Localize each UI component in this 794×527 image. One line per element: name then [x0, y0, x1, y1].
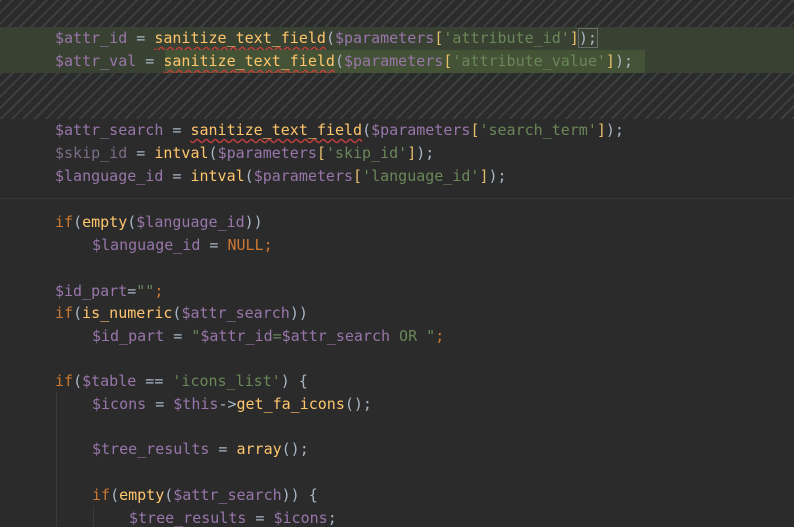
code-line-tree-assign[interactable]: $tree_results = $icons;	[0, 507, 794, 527]
code-line-if-table[interactable]: if($table == 'icons_list') {	[0, 370, 794, 393]
code-line-skip-id[interactable]: $skip_id = intval($parameters['skip_id']…	[0, 142, 794, 165]
folded-region-middle	[0, 73, 794, 119]
code-line-language-id[interactable]: $language_id = intval($parameters['langu…	[0, 165, 794, 188]
code-line-tree-results[interactable]: $tree_results = array();	[0, 438, 794, 461]
indent-guide	[56, 392, 57, 527]
code-line-id-part-assign[interactable]: $id_part = "$attr_id=$attr_search OR ";	[0, 325, 794, 348]
function-call: sanitize_text_field	[154, 29, 326, 47]
code-line-icons[interactable]: $icons = $this->get_fa_icons();	[0, 393, 794, 416]
indent-guide	[93, 506, 94, 527]
code-line-id-part[interactable]: $id_part="";	[0, 280, 794, 303]
code-line-if-is-numeric[interactable]: if(is_numeric($attr_search))	[0, 302, 794, 325]
code-line-attr-id[interactable]: $attr_id = sanitize_text_field($paramete…	[0, 27, 794, 50]
code-line-attr-search[interactable]: $attr_search = sanitize_text_field($para…	[0, 119, 794, 142]
code-editor[interactable]: $attr_id = sanitize_text_field($paramete…	[0, 0, 794, 527]
code-line-if-empty-language[interactable]: if(empty($language_id))	[0, 211, 794, 234]
variable: $attr_val	[55, 52, 137, 70]
code-line-if-empty-search[interactable]: if(empty($attr_search)) {	[0, 484, 794, 507]
code-line-language-null[interactable]: $language_id = NULL;	[0, 234, 794, 257]
method-separator	[0, 198, 794, 199]
function-call: sanitize_text_field	[163, 52, 335, 70]
code-line-attr-val[interactable]: $attr_val = sanitize_text_field($paramet…	[0, 50, 794, 73]
variable: $attr_id	[55, 29, 128, 47]
folded-region-top	[0, 0, 794, 29]
